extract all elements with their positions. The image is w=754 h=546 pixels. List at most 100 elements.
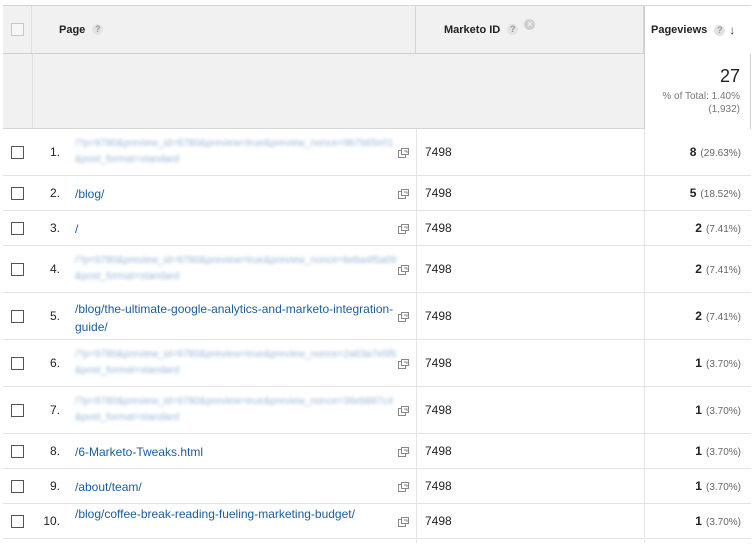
table-row: 1. /?p=9780&preview_id=9780&preview=true&… <box>3 129 751 176</box>
page-link[interactable]: /blog/the-ultimate-google-analytics-and-… <box>75 300 397 336</box>
header-select-all[interactable] <box>3 6 32 53</box>
pageviews-count: 8 <box>689 144 697 159</box>
marketo-id-value: 7498 <box>425 261 452 276</box>
help-icon[interactable]: ? <box>507 24 519 35</box>
marketo-id-value: 7498 <box>425 220 452 235</box>
pageviews-count: 1 <box>695 478 702 493</box>
page-link[interactable]: /blog/coffee-break-reading-fueling-marke… <box>75 505 397 523</box>
pageviews-percent: (18.52%) <box>700 188 741 200</box>
total-value: 27 <box>719 66 740 86</box>
pageviews-total: 27 % of Total: 1.40% (1,932) <box>644 54 751 129</box>
pageviews-count: 1 <box>695 402 702 417</box>
select-all-checkbox[interactable] <box>10 23 24 36</box>
open-page-icon[interactable] <box>398 358 410 369</box>
row-checkbox[interactable] <box>11 514 24 528</box>
marketo-id-value: 7498 <box>425 478 452 493</box>
help-icon[interactable]: ? <box>92 24 104 35</box>
page-link[interactable]: /about/team/ <box>75 478 397 496</box>
page-column-label: Page <box>59 23 86 36</box>
open-page-icon[interactable] <box>398 405 410 416</box>
row-index: 4. <box>49 261 60 276</box>
pageviews-value: 1 (3.70%) <box>695 479 741 493</box>
table-header: Page ? Marketo ID ? × Pageviews ? ↓ <box>3 5 751 54</box>
table-row: 7. /?p=9780&preview_id=9780&preview=true&… <box>3 387 751 434</box>
row-index: 3. <box>49 220 60 235</box>
pageviews-value: 2 (7.41%) <box>695 262 741 276</box>
column-divider <box>416 129 417 543</box>
marketo-id-value: 7498 <box>425 513 452 528</box>
table-row: 9. /about/team/7498 1 (3.70%) <box>3 469 751 504</box>
column-divider <box>644 129 645 543</box>
open-page-icon[interactable] <box>398 264 410 275</box>
pageviews-percent: (7.41%) <box>705 311 741 323</box>
pageviews-percent: (3.70%) <box>705 516 741 528</box>
row-checkbox[interactable] <box>11 444 24 458</box>
pageviews-value: 1 (3.70%) <box>695 444 741 458</box>
marketo-id-value: 7498 <box>425 308 452 323</box>
pageviews-percent: (7.41%) <box>705 264 741 276</box>
row-checkbox[interactable] <box>11 403 24 417</box>
marketo-id-column-header[interactable]: Marketo ID ? × <box>416 6 644 53</box>
row-checkbox[interactable] <box>11 186 24 200</box>
help-icon[interactable]: ? <box>714 24 726 36</box>
remove-dimension-icon[interactable]: × <box>524 19 536 30</box>
pageviews-percent: (3.70%) <box>705 405 741 417</box>
pageviews-percent: (29.63%) <box>700 147 741 159</box>
page-link[interactable]: /6-Marketo-Tweaks.html <box>75 443 397 461</box>
open-page-icon[interactable] <box>398 481 410 492</box>
row-index: 10. <box>43 513 60 528</box>
row-checkbox[interactable] <box>11 309 24 323</box>
pageviews-value: 1 (3.70%) <box>695 514 741 528</box>
marketo-id-column-label: Marketo ID <box>444 23 501 36</box>
page-link[interactable]: / <box>75 220 397 238</box>
open-page-icon[interactable] <box>398 311 410 322</box>
row-index: 1. <box>49 144 60 159</box>
pageviews-count: 5 <box>689 185 697 200</box>
pageviews-value: 8 (29.63%) <box>690 145 741 159</box>
totals-row: 27 % of Total: 1.40% (1,932) <box>3 54 751 129</box>
table-row: 6. /?p=9780&preview_id=9780&preview=true&… <box>3 340 751 387</box>
row-index: 5. <box>49 308 60 323</box>
pageviews-percent: (3.70%) <box>705 358 741 370</box>
pageviews-column-label: Pageviews <box>651 24 708 36</box>
total-overall: (1,932) <box>708 104 740 115</box>
open-page-icon[interactable] <box>398 516 410 527</box>
row-checkbox[interactable] <box>11 262 24 276</box>
open-page-icon[interactable] <box>398 147 410 158</box>
row-index: 7. <box>49 402 60 417</box>
row-checkbox[interactable] <box>11 356 24 370</box>
row-index: 6. <box>49 355 60 370</box>
row-checkbox[interactable] <box>11 221 24 235</box>
pageviews-count: 1 <box>695 443 702 458</box>
page-link[interactable]: /?p=9780&preview_id=9780&preview=true&pr… <box>75 347 397 379</box>
pageviews-value: 1 (3.70%) <box>695 403 741 417</box>
page-link[interactable]: /blog/ <box>75 185 397 203</box>
pageviews-value: 5 (18.52%) <box>690 186 741 200</box>
open-page-icon[interactable] <box>398 223 410 234</box>
open-page-icon[interactable] <box>398 188 410 199</box>
page-link[interactable]: /?p=9780&preview_id=9780&preview=true&pr… <box>75 136 397 168</box>
marketo-id-value: 7498 <box>425 144 452 159</box>
sort-descending-icon[interactable]: ↓ <box>729 23 735 37</box>
row-index: 9. <box>49 478 60 493</box>
pageviews-count: 2 <box>695 261 702 276</box>
row-checkbox[interactable] <box>11 145 24 159</box>
open-page-icon[interactable] <box>398 446 410 457</box>
marketo-id-value: 7498 <box>425 443 452 458</box>
page-column-header[interactable]: Page ? <box>32 6 416 53</box>
pageviews-count: 2 <box>695 308 702 323</box>
page-link[interactable]: /?p=9780&preview_id=9780&preview=true&pr… <box>75 394 397 426</box>
pageviews-value: 2 (7.41%) <box>695 309 741 323</box>
table-row: 3. / 7498 2 (7.41%) <box>3 211 751 246</box>
total-percent: % of Total: 1.40% <box>662 91 740 102</box>
totals-spacer <box>32 54 644 128</box>
page-link[interactable]: /?p=9780&preview_id=9780&preview=true&pr… <box>75 253 397 285</box>
pageviews-count: 2 <box>695 220 702 235</box>
pageviews-percent: (7.41%) <box>705 223 741 235</box>
pageviews-column-header[interactable]: Pageviews ? ↓ <box>644 5 751 54</box>
table-row: 5. /blog/the-ultimate-google-analytics-an… <box>3 293 751 340</box>
pageviews-percent: (3.70%) <box>705 481 741 493</box>
marketo-id-value: 7498 <box>425 402 452 417</box>
row-checkbox[interactable] <box>11 479 24 493</box>
pageviews-percent: (3.70%) <box>705 446 741 458</box>
